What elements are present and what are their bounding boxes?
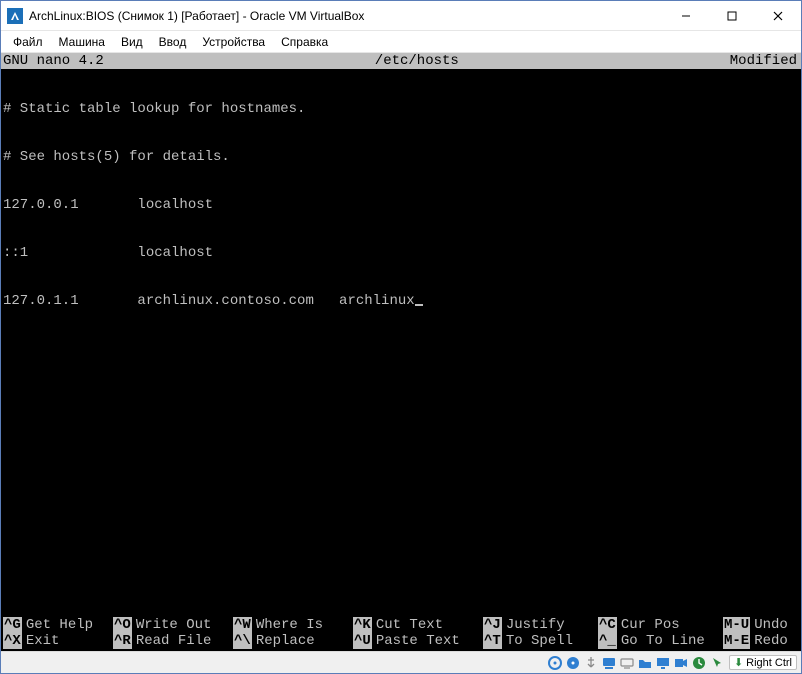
shortcut-label: Cut Text [372,617,447,633]
nano-shortcut: M-UUndo [723,617,793,633]
nano-file-name: /etc/hosts [104,53,730,69]
shortcut-key: ^T [483,633,502,649]
nano-shortcut: ^TTo Spell [483,633,598,649]
menubar: Файл Машина Вид Ввод Устройства Справка [1,31,801,53]
text-cursor [415,304,423,306]
shortcut-row: ^GGet Help^OWrite Out^WWhere Is^KCut Tex… [3,617,799,633]
menu-help[interactable]: Справка [273,33,336,51]
shortcut-row: ^XExit^RRead File^\Replace^UPaste Text^T… [3,633,799,649]
shortcut-label: To Spell [502,633,577,649]
menu-view[interactable]: Вид [113,33,151,51]
shortcut-label: Justify [502,617,569,633]
file-line-text: 127.0.1.1 archlinux.contoso.com archlinu… [3,293,415,309]
shortcut-label: Undo [750,617,792,633]
nano-shortcut: ^JJustify [483,617,598,633]
shortcut-key: ^R [113,633,132,649]
shortcut-key: ^G [3,617,22,633]
file-line: 127.0.0.1 localhost [3,197,799,213]
shortcut-label: Exit [22,633,64,649]
menu-file[interactable]: Файл [5,33,51,51]
nano-shortcut: ^_Go To Line [598,633,723,649]
shortcut-label: Cur Pos [617,617,684,633]
nano-shortcuts: ^GGet Help^OWrite Out^WWhere Is^KCut Tex… [1,617,801,651]
maximize-button[interactable] [709,1,755,30]
nano-shortcut: ^XExit [3,633,113,649]
shared-folder-icon[interactable] [637,655,653,671]
network-icon[interactable] [619,655,635,671]
menu-machine[interactable]: Машина [51,33,113,51]
display-icon[interactable] [655,655,671,671]
file-line: 127.0.1.1 archlinux.contoso.com archlinu… [3,293,799,309]
host-key-label: Right Ctrl [746,657,792,669]
vcpu-icon[interactable] [691,655,707,671]
shortcut-label: Write Out [132,617,216,633]
shortcut-label: Paste Text [372,633,464,649]
shortcut-key: ^_ [598,633,617,649]
nano-app-name: GNU nano 4.2 [1,53,104,69]
nano-shortcut: ^UPaste Text [353,633,483,649]
nano-buffer[interactable]: # Static table lookup for hostnames. # S… [1,69,801,341]
file-line: ::1 localhost [3,245,799,261]
shortcut-label: Go To Line [617,633,709,649]
titlebar: ArchLinux:BIOS (Снимок 1) [Работает] - O… [1,1,801,31]
nano-shortcut: ^\Replace [233,633,353,649]
nano-shortcut: ^GGet Help [3,617,113,633]
shortcut-key: M-U [723,617,750,633]
shortcut-key: ^\ [233,633,252,649]
shortcut-label: Where Is [252,617,327,633]
menu-input[interactable]: Ввод [151,33,195,51]
hdd-icon[interactable] [547,655,563,671]
virtualbox-icon [7,8,23,24]
window-title: ArchLinux:BIOS (Снимок 1) [Работает] - O… [29,9,663,23]
shortcut-label: Read File [132,633,216,649]
audio-icon[interactable] [601,655,617,671]
shortcut-label: Replace [252,633,319,649]
guest-terminal[interactable]: GNU nano 4.2 /etc/hosts Modified # Stati… [1,53,801,651]
shortcut-key: ^X [3,633,22,649]
shortcut-key: M-E [723,633,750,649]
window-controls [663,1,801,30]
usb-icon[interactable] [583,655,599,671]
optical-icon[interactable] [565,655,581,671]
vm-statusbar: ⬇ Right Ctrl [1,651,801,673]
virtualbox-window: ArchLinux:BIOS (Снимок 1) [Работает] - O… [0,0,802,674]
file-line: # See hosts(5) for details. [3,149,799,165]
shortcut-key: ^J [483,617,502,633]
minimize-button[interactable] [663,1,709,30]
nano-shortcut: ^WWhere Is [233,617,353,633]
shortcut-key: ^W [233,617,252,633]
nano-shortcut: M-ERedo [723,633,793,649]
nano-status: Modified [730,53,801,69]
shortcut-label: Get Help [22,617,97,633]
nano-shortcut: ^CCur Pos [598,617,723,633]
file-line: # Static table lookup for hostnames. [3,101,799,117]
shortcut-label: Redo [750,633,792,649]
shortcut-key: ^C [598,617,617,633]
host-key-indicator[interactable]: ⬇ Right Ctrl [729,655,797,670]
menu-devices[interactable]: Устройства [194,33,273,51]
nano-shortcut: ^RRead File [113,633,233,649]
close-button[interactable] [755,1,801,30]
mouse-integration-icon[interactable] [709,655,725,671]
shortcut-key: ^O [113,617,132,633]
nano-header: GNU nano 4.2 /etc/hosts Modified [1,53,801,69]
nano-shortcut: ^KCut Text [353,617,483,633]
nano-shortcut: ^OWrite Out [113,617,233,633]
hostkey-arrow-icon: ⬇ [734,656,743,669]
recording-icon[interactable] [673,655,689,671]
shortcut-key: ^K [353,617,372,633]
shortcut-key: ^U [353,633,372,649]
